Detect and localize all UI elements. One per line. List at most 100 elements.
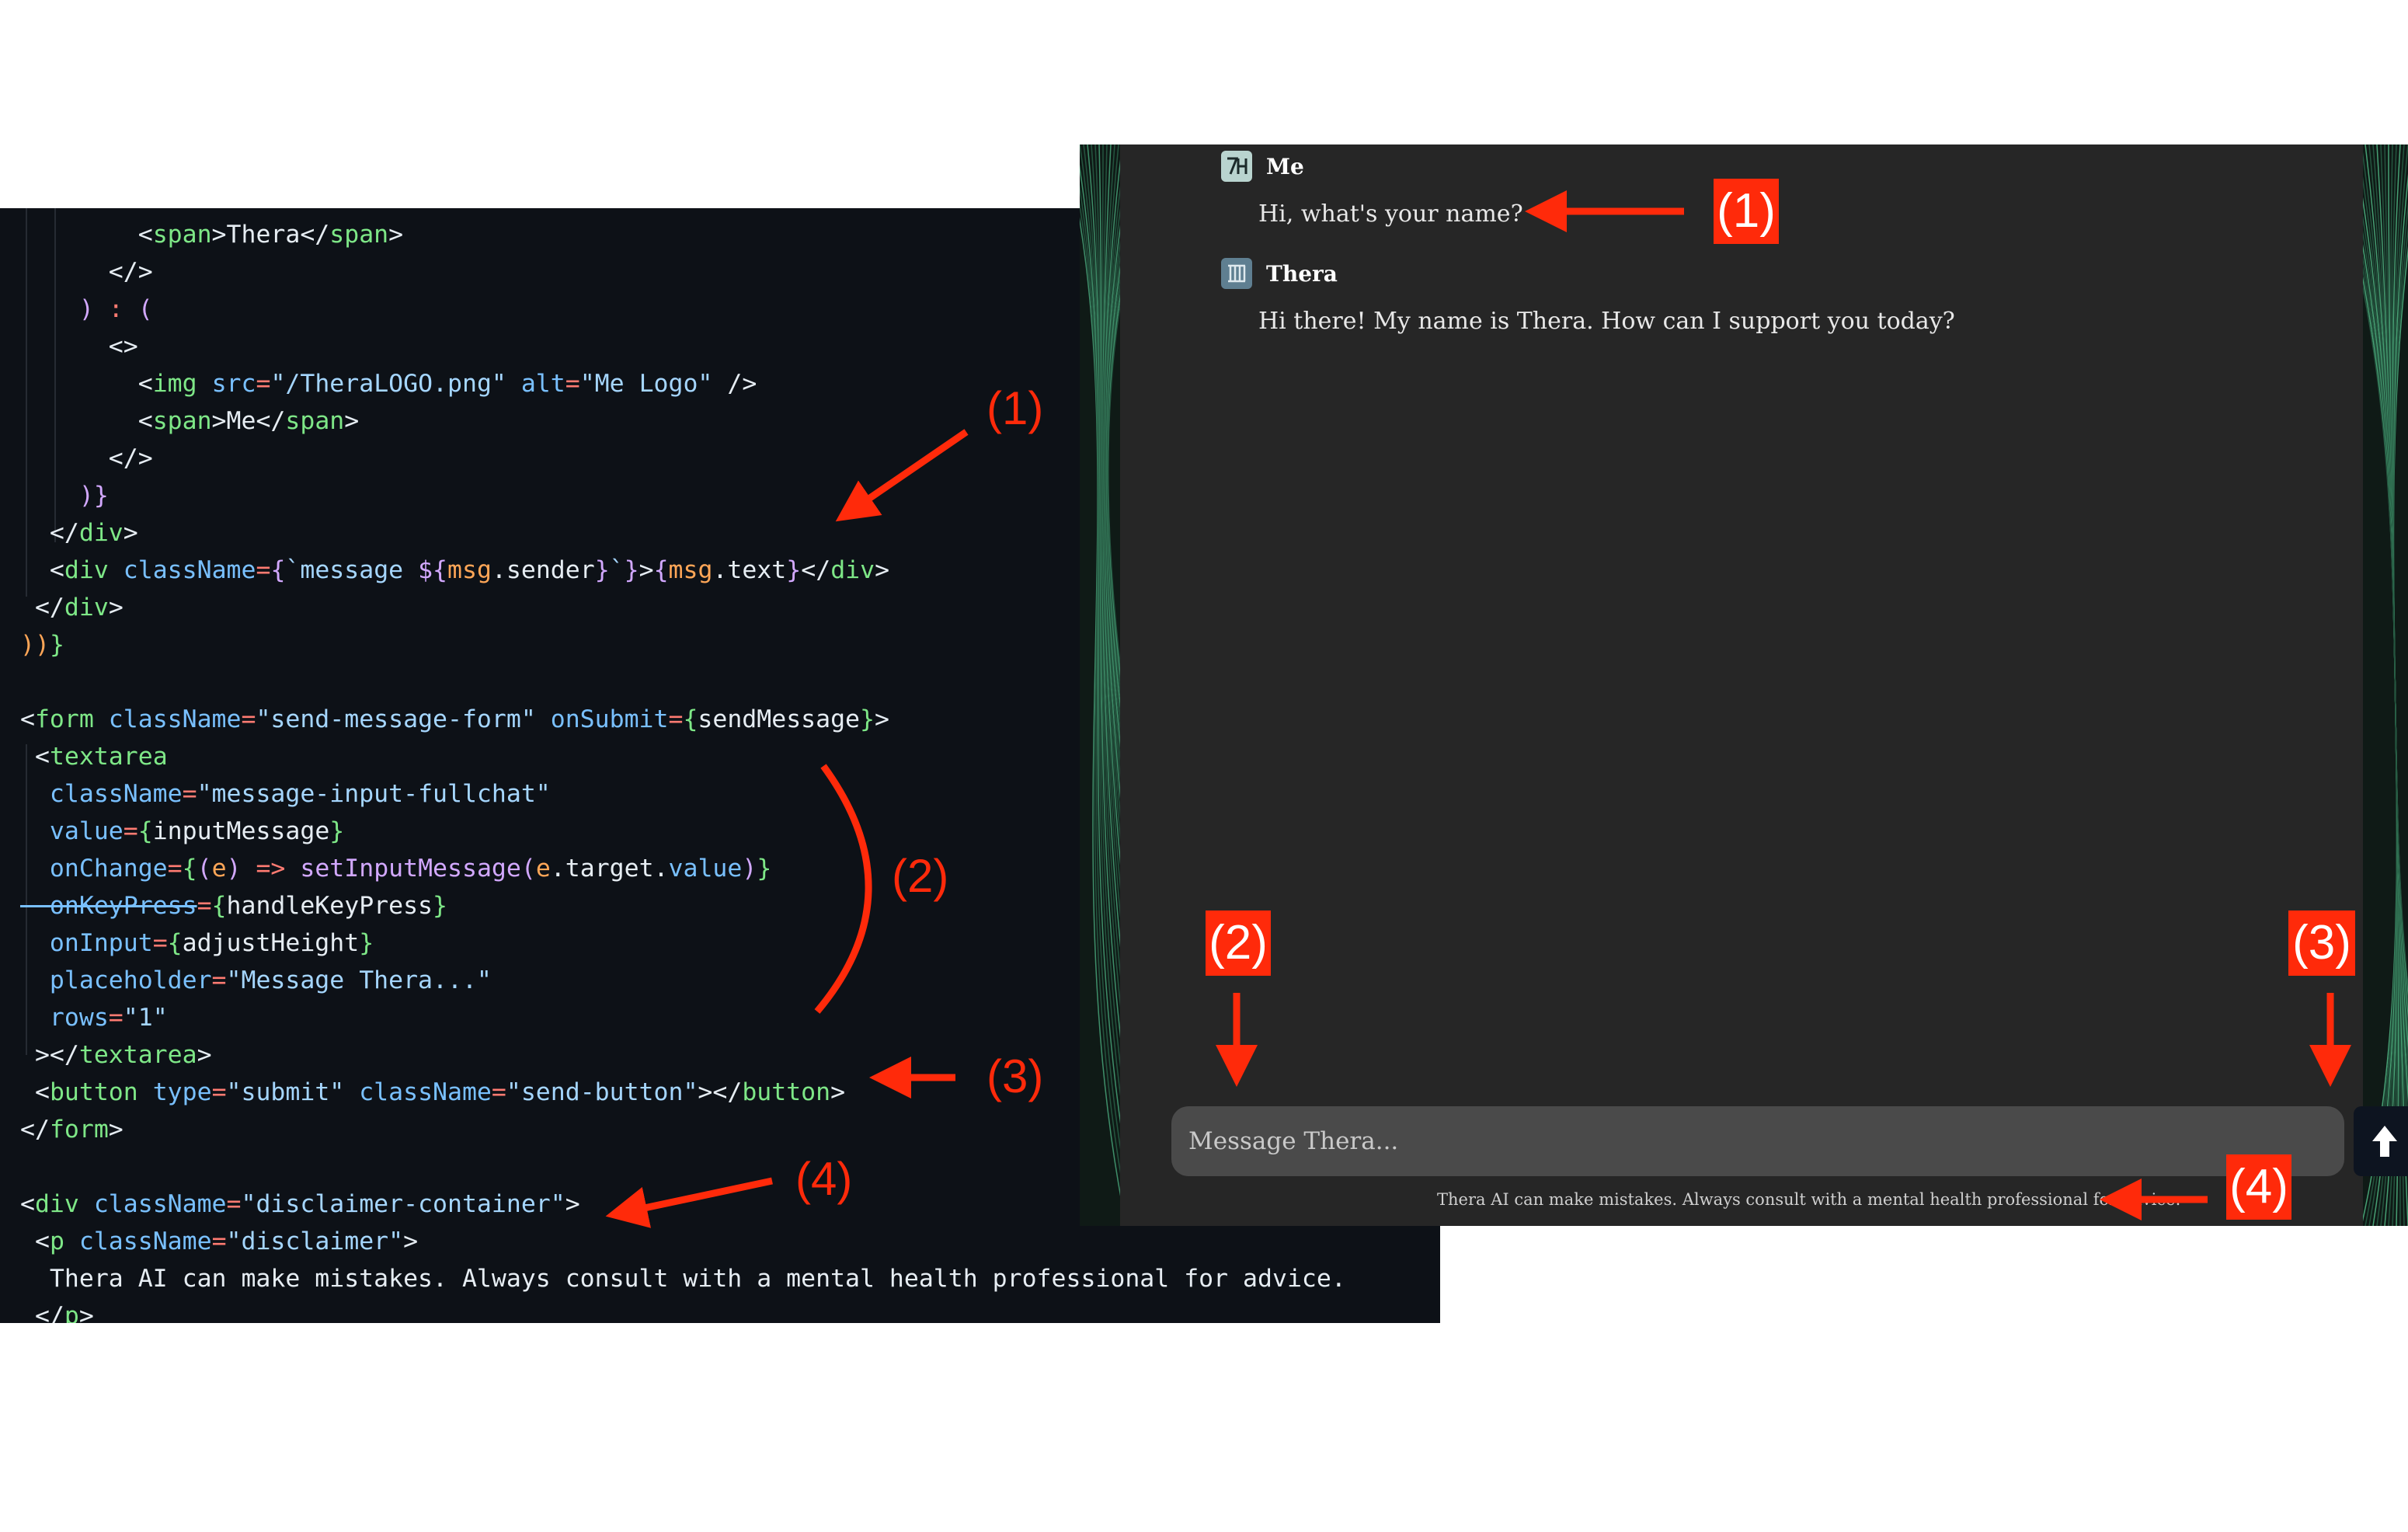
me-logo-icon (1221, 151, 1252, 182)
code-token: > (197, 1041, 212, 1069)
code-token: div (64, 556, 109, 584)
code-token: } (757, 855, 772, 883)
code-token: = (491, 1078, 506, 1106)
code-token: value (20, 817, 124, 845)
sender-name: Me (1266, 153, 1304, 179)
code-line: </> (20, 253, 153, 291)
code-token: adjustHeight (182, 929, 360, 957)
code-token: = (226, 1190, 242, 1218)
code-token: "submit" (226, 1078, 345, 1106)
code-token: className (108, 705, 242, 733)
code-token: div (78, 519, 124, 547)
sender-name: Thera (1266, 260, 1338, 287)
code-token: } (329, 817, 345, 845)
code-token: className (20, 780, 183, 808)
code-line: ) : ( (20, 291, 153, 328)
code-token: </ (300, 221, 330, 249)
code-token: ) (226, 855, 242, 883)
code-token: = (256, 370, 271, 398)
code-token: <> (20, 333, 138, 360)
code-token: = (108, 1004, 124, 1032)
code-line: className="message-input-fullchat" (20, 775, 551, 813)
code-token: } (594, 556, 610, 584)
message-input[interactable] (1171, 1106, 2344, 1176)
code-token: > (639, 556, 654, 584)
code-token: > (403, 1227, 419, 1255)
code-token: = (256, 556, 271, 584)
code-token: = (565, 370, 580, 398)
message-text-thera: Hi there! My name is Thera. How can I su… (1258, 308, 1955, 335)
arrow-up-icon (2372, 1126, 2397, 1157)
code-token: msg (668, 556, 713, 584)
annotation-box: (2) (1206, 910, 1271, 976)
code-line: </> (20, 440, 153, 477)
code-token: = (668, 705, 684, 733)
code-token: form (34, 705, 94, 733)
code-token: p (64, 1302, 79, 1323)
code-token: ( (520, 855, 536, 883)
code-token: < (20, 407, 153, 435)
code-token: "/TheraLOGO.png" (270, 370, 506, 398)
code-token: > (875, 556, 890, 584)
code-token: msg (447, 556, 492, 584)
code-token: > (565, 1190, 580, 1218)
code-token: className (78, 1227, 212, 1255)
code-line: <img src="/TheraLOGO.png" alt="Me Logo" … (20, 365, 757, 402)
code-line: ))} (20, 626, 64, 663)
code-token: ` (609, 556, 625, 584)
code-token: p (49, 1227, 64, 1255)
send-button[interactable] (2354, 1106, 2408, 1176)
code-token: "send-button" (506, 1078, 698, 1106)
disclaimer-text: Thera AI can make mistakes. Always consu… (1437, 1190, 2181, 1209)
code-token: rows (20, 1004, 109, 1032)
code-token: inputMessage (152, 817, 330, 845)
code-token: ></ (20, 1041, 79, 1069)
code-token: onInput (20, 929, 153, 957)
code-token: : (108, 295, 124, 323)
code-token: .text (712, 556, 787, 584)
code-token: /> (712, 370, 757, 398)
code-token: < (20, 1227, 50, 1255)
code-token: < (20, 1078, 50, 1106)
code-token: "disclaimer-container" (241, 1190, 565, 1218)
thera-logo-icon (1221, 258, 1252, 289)
code-token: "1" (123, 1004, 168, 1032)
code-token: type (152, 1078, 212, 1106)
annotation-label: (3) (987, 1050, 1044, 1102)
code-token: = (123, 817, 138, 845)
code-token: value (668, 855, 743, 883)
code-token: span (152, 407, 212, 435)
code-line: placeholder="Message Thera..." (20, 962, 492, 999)
code-token: img (152, 370, 197, 398)
code-token: div (830, 556, 875, 584)
code-token: } (433, 892, 447, 920)
message-text-me: Hi, what's your name? (1258, 200, 1523, 228)
code-token: </ (20, 1302, 64, 1323)
code-token: } (49, 631, 64, 659)
code-token: Thera AI can make mistakes. Always consu… (20, 1265, 1346, 1293)
code-line: <> (20, 328, 138, 365)
code-token: className (359, 1078, 492, 1106)
code-token: > (388, 221, 404, 249)
code-token: ) (742, 855, 757, 883)
code-token: button (49, 1078, 138, 1106)
code-token: ${ (418, 556, 448, 584)
code-token: > (875, 705, 889, 733)
code-token: ( (123, 295, 153, 323)
code-token: { (167, 929, 183, 957)
code-token: "Me Logo" (579, 370, 713, 398)
code-token: className (93, 1190, 227, 1218)
code-token: ></ (698, 1078, 743, 1106)
chat-app-panel: Me Hi, what's your name? Thera Hi there!… (1080, 144, 2408, 1226)
code-line: <form className="send-message-form" onSu… (20, 701, 889, 738)
code-token: setInputMessage (300, 855, 521, 883)
sender-row-thera: Thera (1221, 256, 1338, 291)
code-token: div (64, 594, 109, 622)
code-token: sendMessage (698, 705, 861, 733)
code-token: < (20, 221, 153, 249)
code-token: className (123, 556, 256, 584)
code-line: onInput={adjustHeight} (20, 924, 374, 962)
